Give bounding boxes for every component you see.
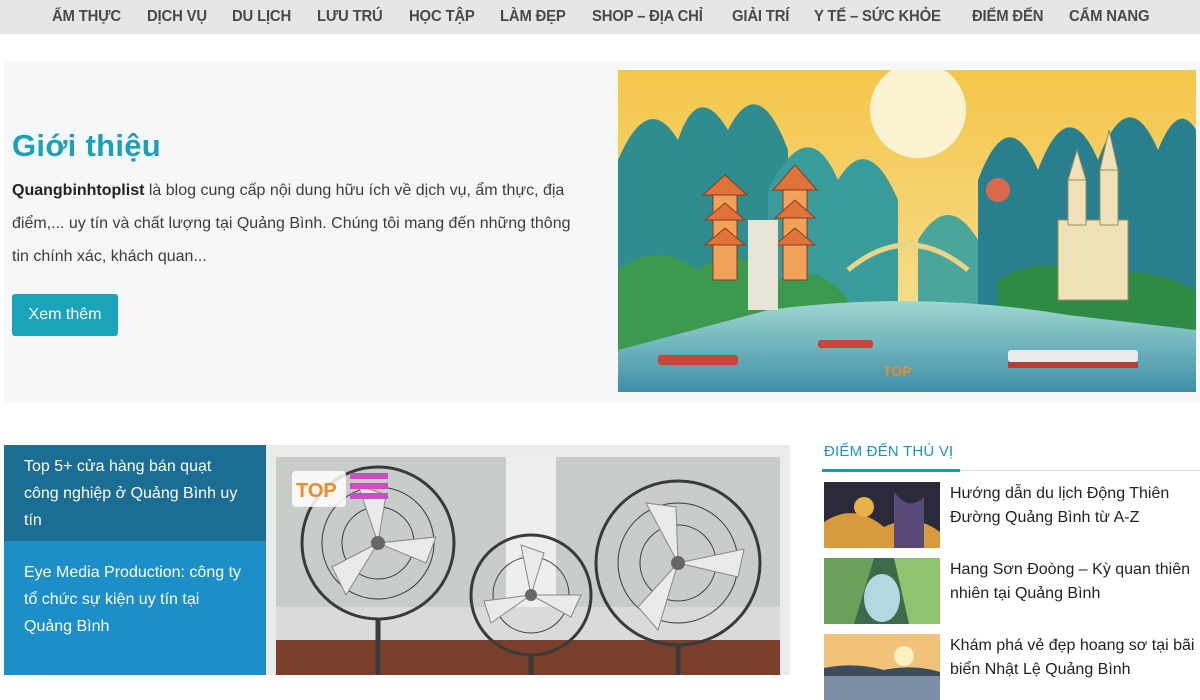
intro-title: Giới thiệu [12, 128, 162, 163]
intro-text: Quangbinhtoplist là blog cung cấp nội du… [12, 174, 587, 273]
slider-item-label: Top 5+ cửa hàng bán quạt công nghiệp ở Q… [24, 458, 238, 529]
nav-item-giai-tri[interactable]: GIẢI TRÍ [732, 8, 789, 26]
post-title[interactable]: Hang Sơn Đoòng – Kỳ quan thiên nhiên tại… [950, 558, 1200, 606]
post-title[interactable]: Hướng dẫn du lịch Động Thiên Đường Quảng… [950, 482, 1200, 530]
read-more-button[interactable]: Xem thêm [12, 294, 118, 336]
intro-image-logo: TOP [883, 363, 912, 379]
nav-item-dich-vu[interactable]: DỊCH VỤ [147, 8, 207, 26]
nav-item-du-lich[interactable]: DU LỊCH [232, 8, 291, 26]
post-thumbnail[interactable] [824, 558, 940, 624]
sidebar-post[interactable]: Hướng dẫn du lịch Động Thiên Đường Quảng… [824, 482, 1200, 548]
slider-item-active[interactable]: Top 5+ cửa hàng bán quạt công nghiệp ở Q… [4, 445, 266, 541]
nav-item-y-te-suc-khoe[interactable]: Y TẾ – SỨC KHỎE [814, 8, 941, 26]
nav-item-lam-dep[interactable]: LÀM ĐẸP [500, 8, 566, 26]
sidebar-widget: ĐIỂM ĐẾN THÚ VỊ Hướng dẫn du lịch Động T… [822, 440, 1200, 700]
nav-item-cam-nang[interactable]: CẨM NANG [1069, 8, 1150, 26]
main-nav: ẨM THỰC DỊCH VỤ DU LỊCH LƯU TRÚ HỌC TẬP … [0, 0, 1200, 34]
nav-item-am-thuc[interactable]: ẨM THỰC [52, 8, 121, 26]
sidebar-post[interactable]: Khám phá vẻ đẹp hoang sơ tại bãi biển Nh… [824, 634, 1200, 700]
featured-slider-list: Top 5+ cửa hàng bán quạt công nghiệp ở Q… [4, 445, 276, 675]
nav-item-diem-den[interactable]: ĐIỂM ĐẾN [972, 8, 1043, 26]
nav-item-luu-tru[interactable]: LƯU TRÚ [317, 8, 383, 26]
sidebar-heading: ĐIỂM ĐẾN THÚ VỊ [824, 443, 954, 460]
featured-photo-logo: TOP [296, 480, 337, 502]
post-thumbnail[interactable] [824, 482, 940, 548]
nav-item-hoc-tap[interactable]: HỌC TẬP [409, 8, 475, 26]
featured-photo[interactable]: TOP [266, 445, 790, 675]
sidebar-post[interactable]: Hang Sơn Đoòng – Kỳ quan thiên nhiên tại… [824, 558, 1200, 624]
slider-item-label: Eye Media Production: công ty tổ chức sự… [24, 564, 242, 635]
nav-item-shop-dia-chi[interactable]: SHOP – ĐỊA CHỈ [592, 8, 703, 26]
intro-section: Giới thiệu Quangbinhtoplist là blog cung… [4, 62, 1200, 402]
intro-illustration: TOP [618, 70, 1196, 392]
post-thumbnail[interactable] [824, 634, 940, 700]
intro-brand: Quangbinhtoplist [12, 182, 145, 199]
sidebar-heading-underline [822, 469, 960, 472]
slider-item[interactable]: Eye Media Production: công ty tổ chức sự… [4, 541, 266, 675]
